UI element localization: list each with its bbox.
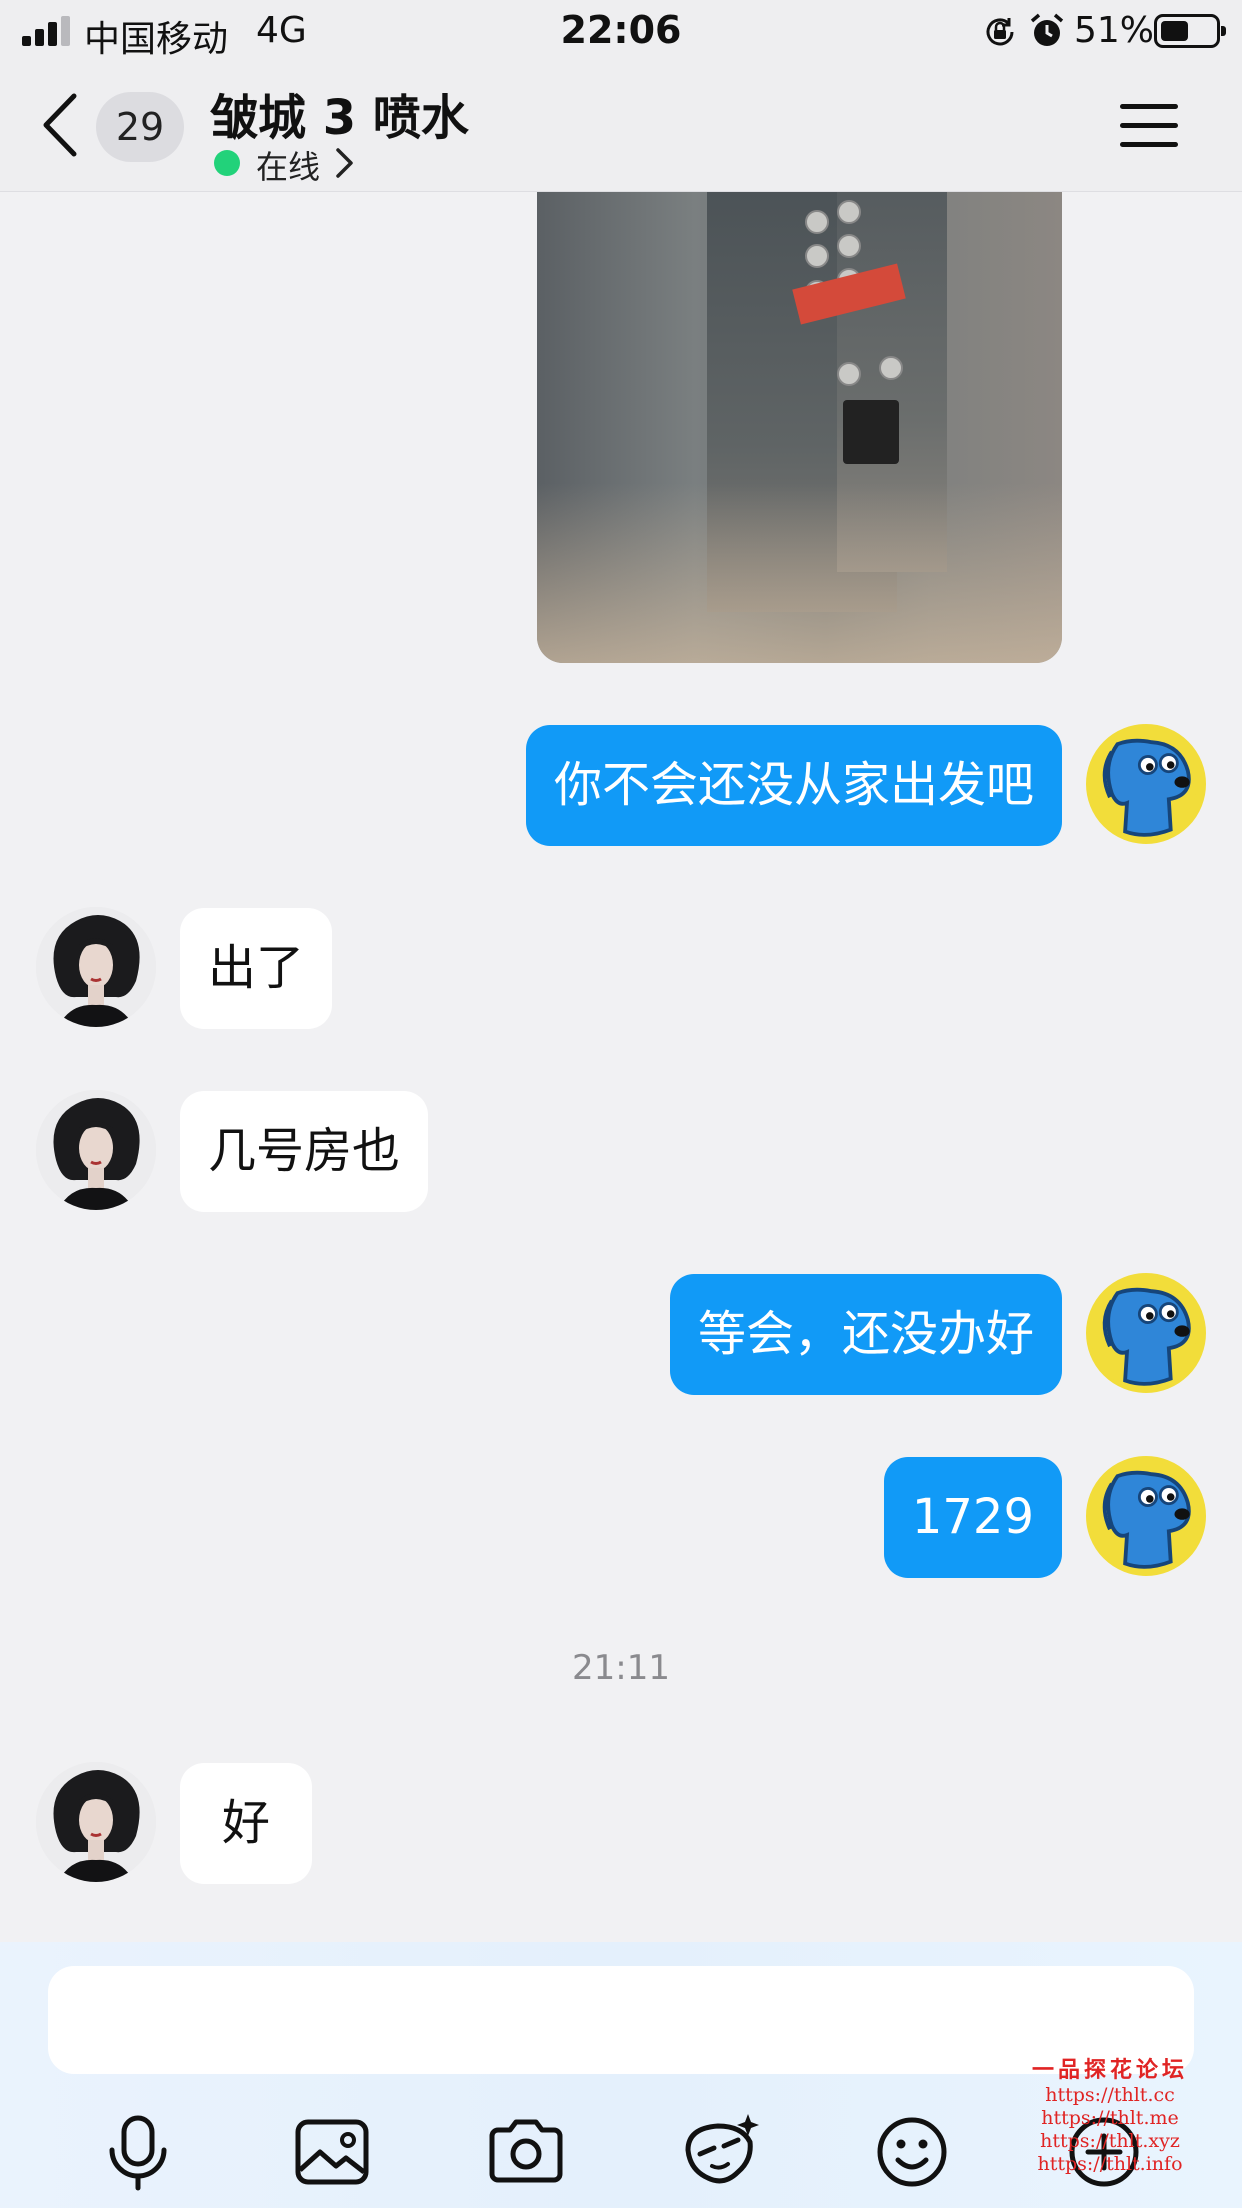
unread-count-badge[interactable]: 29 xyxy=(96,92,184,162)
input-area: 一品探花论坛 https://thlt.cc https://thlt.me h… xyxy=(0,1942,1242,2208)
watermark-url: https://thlt.me xyxy=(1041,2107,1179,2129)
incoming-message[interactable]: 好 xyxy=(180,1763,313,1884)
watermark: 一品探花论坛 https://thlt.cc https://thlt.me h… xyxy=(1010,2052,1210,2176)
watermark-title: 一品探花论坛 xyxy=(1031,2057,1188,2083)
incoming-message[interactable]: 出了 xyxy=(180,908,333,1029)
blue-dog-icon xyxy=(1089,727,1198,837)
camera-button[interactable] xyxy=(478,2104,574,2200)
watermark-url: https://thlt.info xyxy=(1037,2153,1183,2175)
mic-icon xyxy=(109,2115,167,2191)
chat-title[interactable]: 皱城 3 喷水 xyxy=(210,78,469,148)
my-avatar[interactable] xyxy=(1086,1456,1206,1576)
blue-dog-icon xyxy=(1089,1459,1198,1569)
sticker-icon xyxy=(685,2114,759,2184)
camera-icon xyxy=(489,2119,563,2183)
chevron-right-icon[interactable] xyxy=(334,146,356,180)
contact-portrait-icon xyxy=(36,907,156,1027)
emoji-button[interactable] xyxy=(864,2104,960,2200)
rotation-lock-icon xyxy=(986,18,1014,46)
contact-avatar[interactable] xyxy=(36,907,156,1027)
sticker-button[interactable] xyxy=(672,2104,768,2200)
battery-icon xyxy=(1154,14,1226,48)
blue-dog-icon xyxy=(1089,1276,1198,1386)
watermark-url: https://thlt.cc xyxy=(1045,2084,1175,2106)
chat-header: 29 皱城 3 喷水 在线 xyxy=(0,62,1242,192)
online-status-dot xyxy=(214,150,240,176)
my-avatar[interactable] xyxy=(1086,1273,1206,1393)
image-icon xyxy=(295,2119,369,2185)
emoji-icon xyxy=(877,2117,947,2187)
hamburger-menu-icon[interactable] xyxy=(1118,100,1180,152)
online-status-text[interactable]: 在线 xyxy=(256,142,320,188)
contact-avatar[interactable] xyxy=(36,1762,156,1882)
photo-album-button[interactable] xyxy=(284,2104,380,2200)
battery-percent: 51% xyxy=(1074,10,1155,51)
watermark-url: https://thlt.xyz xyxy=(1040,2130,1180,2152)
incoming-message[interactable]: 几号房也 xyxy=(180,1091,429,1212)
alarm-icon xyxy=(1030,13,1064,46)
outgoing-message[interactable]: 等会，还没办好 xyxy=(669,1274,1062,1395)
contact-portrait-icon xyxy=(36,1090,156,1210)
outgoing-message[interactable]: 你不会还没从家出发吧 xyxy=(525,725,1062,846)
voice-button[interactable] xyxy=(90,2104,186,2200)
message-timestamp: 21:11 xyxy=(572,1648,670,1688)
status-bar: 中国移动 4G 22:06 51% xyxy=(0,0,1242,62)
contact-portrait-icon xyxy=(36,1762,156,1882)
my-avatar[interactable] xyxy=(1086,724,1206,844)
chevron-left-icon[interactable] xyxy=(38,90,82,160)
contact-avatar[interactable] xyxy=(36,1090,156,1210)
outgoing-message[interactable]: 1729 xyxy=(883,1457,1062,1578)
image-message[interactable] xyxy=(537,192,1062,663)
